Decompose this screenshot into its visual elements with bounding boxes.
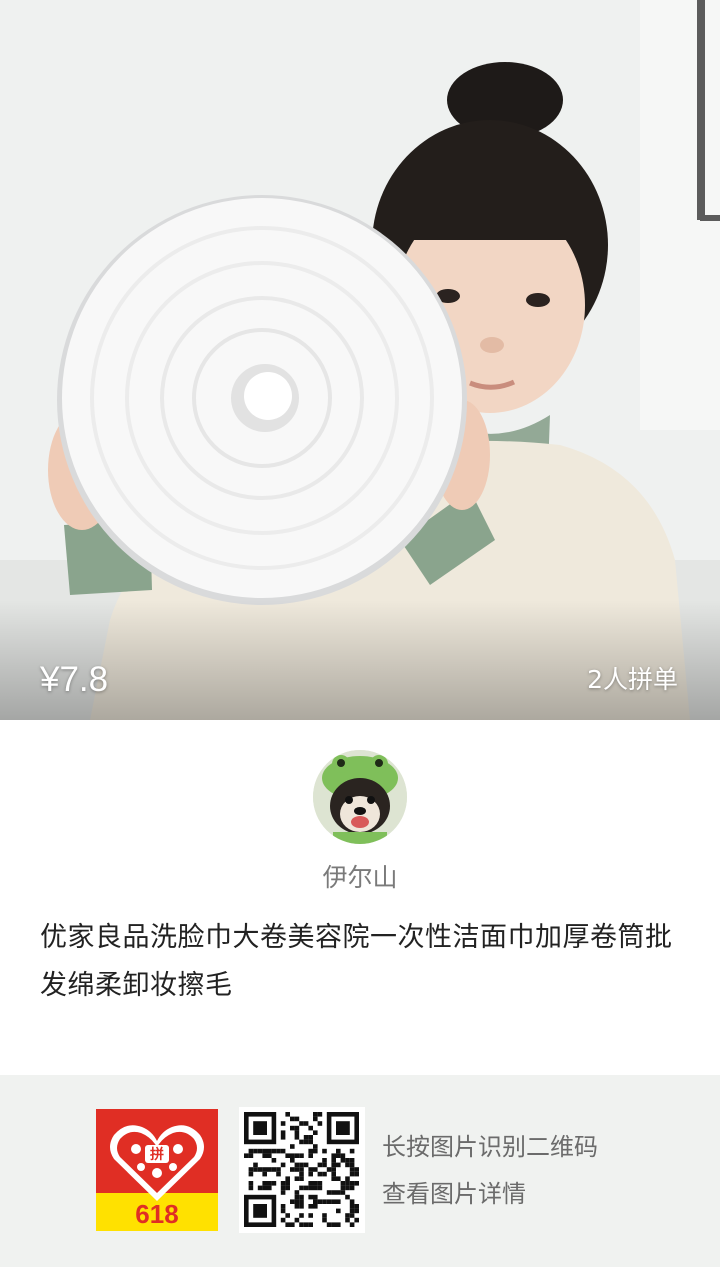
share-card: ¥7.8 2人拼单 伊尔山 优家良品洗脸巾大卷美容院一次性洁面巾加厚卷筒批发绵柔… — [0, 0, 720, 1267]
product-image[interactable]: ¥7.8 2人拼单 — [0, 0, 720, 720]
share-footer: 拼 618 长按图片识别二维码 查看图片详情 — [0, 1075, 720, 1267]
logo-center-char: 拼 — [150, 1146, 164, 1163]
product-title[interactable]: 优家良品洗脸巾大卷美容院一次性洁面巾加厚卷筒批发绵柔卸妆擦毛 — [40, 914, 680, 1010]
pinduoduo-618-logo-icon: 拼 618 — [96, 1109, 218, 1231]
view-details-text: 查看图片详情 — [382, 1180, 526, 1208]
dog-avatar-icon — [313, 750, 407, 844]
logo-618-text: 618 — [135, 1199, 178, 1229]
scan-hint-text: 长按图片识别二维码 — [382, 1133, 598, 1161]
group-buy-tag: 2人拼单 — [587, 665, 678, 694]
avatar[interactable] — [313, 750, 407, 844]
seller-name[interactable]: 伊尔山 — [0, 858, 720, 898]
qr-code-icon[interactable] — [239, 1107, 365, 1233]
price-label: ¥7.8 — [40, 660, 109, 699]
